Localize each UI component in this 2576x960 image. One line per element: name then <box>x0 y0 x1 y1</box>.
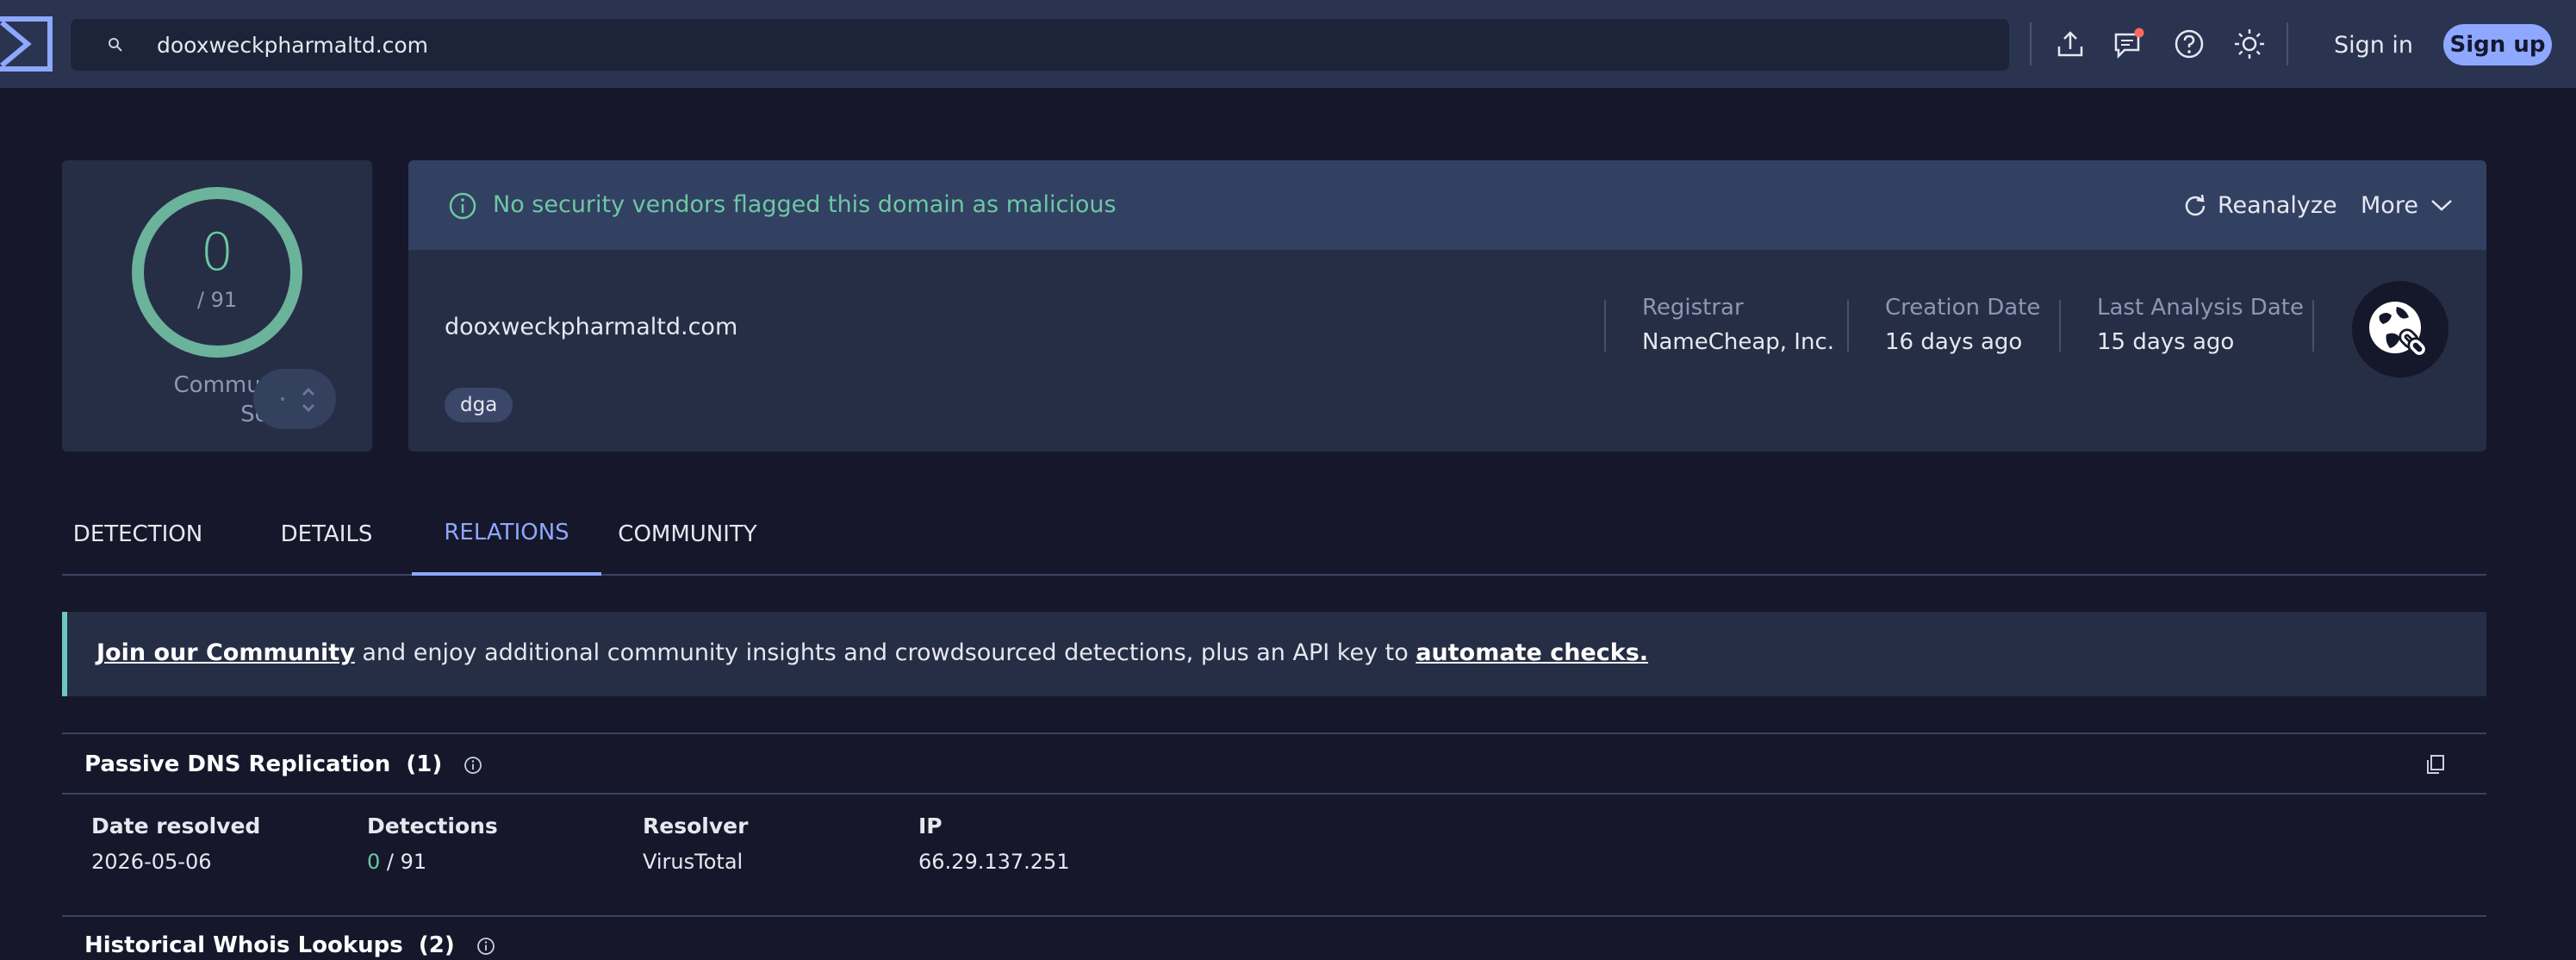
tab-community[interactable]: COMMUNITY <box>613 493 762 576</box>
tab-detection[interactable]: DETECTION <box>62 493 214 576</box>
search-input[interactable] <box>157 19 1966 71</box>
virustotal-sigma-icon[interactable] <box>0 16 53 72</box>
column-header-date: Date resolved <box>91 814 261 838</box>
table-row-detections: 0 / 91 <box>367 850 427 874</box>
sun-icon[interactable] <box>2233 28 2266 60</box>
more-menu-button[interactable]: More <box>2361 186 2453 224</box>
meta-divider <box>1604 300 1606 352</box>
column-header-resolver: Resolver <box>643 814 749 838</box>
section-divider <box>62 732 2486 734</box>
vendor-total: / 91 <box>196 288 238 312</box>
column-header-ip: IP <box>918 814 943 838</box>
whois-title: Historical Whois Lookups (2) <box>84 932 495 958</box>
info-icon[interactable] <box>464 756 482 775</box>
section-divider <box>62 793 2486 795</box>
meta-divider <box>2312 300 2314 352</box>
meta-divider <box>1847 300 1849 352</box>
community-score-vote[interactable] <box>253 369 336 429</box>
domain-name: dooxweckpharmaltd.com <box>445 314 738 340</box>
domain-summary-card: No security vendors flagged this domain … <box>408 160 2486 452</box>
search-bar[interactable] <box>71 19 2009 71</box>
community-banner: Join our Community and enjoy additional … <box>62 612 2486 696</box>
detection-score-card: 0 / 91 Community Score <box>62 160 372 452</box>
report-tabs: DETECTION DETAILS RELATIONS COMMUNITY <box>62 493 2486 576</box>
verdict-text: No security vendors flagged this domain … <box>493 191 1117 218</box>
join-community-link[interactable]: Join our Community <box>96 639 355 666</box>
community-banner-text: and enjoy additional community insights … <box>354 639 1416 666</box>
toolbar-divider <box>2287 22 2288 65</box>
meta-divider <box>2059 300 2061 352</box>
reanalyze-button[interactable]: Reanalyze <box>2183 186 2337 224</box>
tab-details[interactable]: DETAILS <box>258 493 395 576</box>
automate-checks-link[interactable]: automate checks. <box>1416 639 1648 666</box>
refresh-icon <box>2185 194 2206 216</box>
globe-link-icon <box>2352 281 2448 377</box>
verdict-banner: No security vendors flagged this domain … <box>408 160 2486 250</box>
info-icon <box>449 192 476 220</box>
upload-icon[interactable] <box>2054 28 2087 60</box>
search-icon <box>109 38 122 52</box>
detection-count: 0 <box>200 222 234 283</box>
help-icon[interactable] <box>2173 28 2206 60</box>
table-row-date: 2026-05-06 <box>91 850 212 874</box>
sign-in-button[interactable]: Sign in <box>2326 21 2421 69</box>
copy-icon[interactable] <box>2424 753 2447 776</box>
vote-arrows-icon <box>281 387 315 413</box>
sign-up-button[interactable]: Sign up <box>2443 24 2552 65</box>
chevron-down-icon <box>2431 200 2452 211</box>
column-header-detections: Detections <box>367 814 498 838</box>
registrar-field: Registrar NameCheap, Inc. <box>1642 295 1835 355</box>
creation-date-field: Creation Date 16 days ago <box>1885 295 2041 355</box>
domain-tag[interactable]: dga <box>445 388 513 422</box>
chat-notification-icon[interactable] <box>2112 28 2145 60</box>
table-row-ip[interactable]: 66.29.137.251 <box>918 850 1070 874</box>
table-row-resolver: VirusTotal <box>643 850 744 874</box>
last-analysis-date-field: Last Analysis Date 15 days ago <box>2097 295 2304 355</box>
tab-relations[interactable]: RELATIONS <box>412 493 601 576</box>
passive-dns-title: Passive DNS Replication (1) <box>84 751 482 777</box>
info-icon[interactable] <box>476 937 495 956</box>
toolbar-divider <box>2030 22 2032 65</box>
top-bar: Sign in Sign up <box>0 0 2576 88</box>
section-divider <box>62 915 2486 917</box>
